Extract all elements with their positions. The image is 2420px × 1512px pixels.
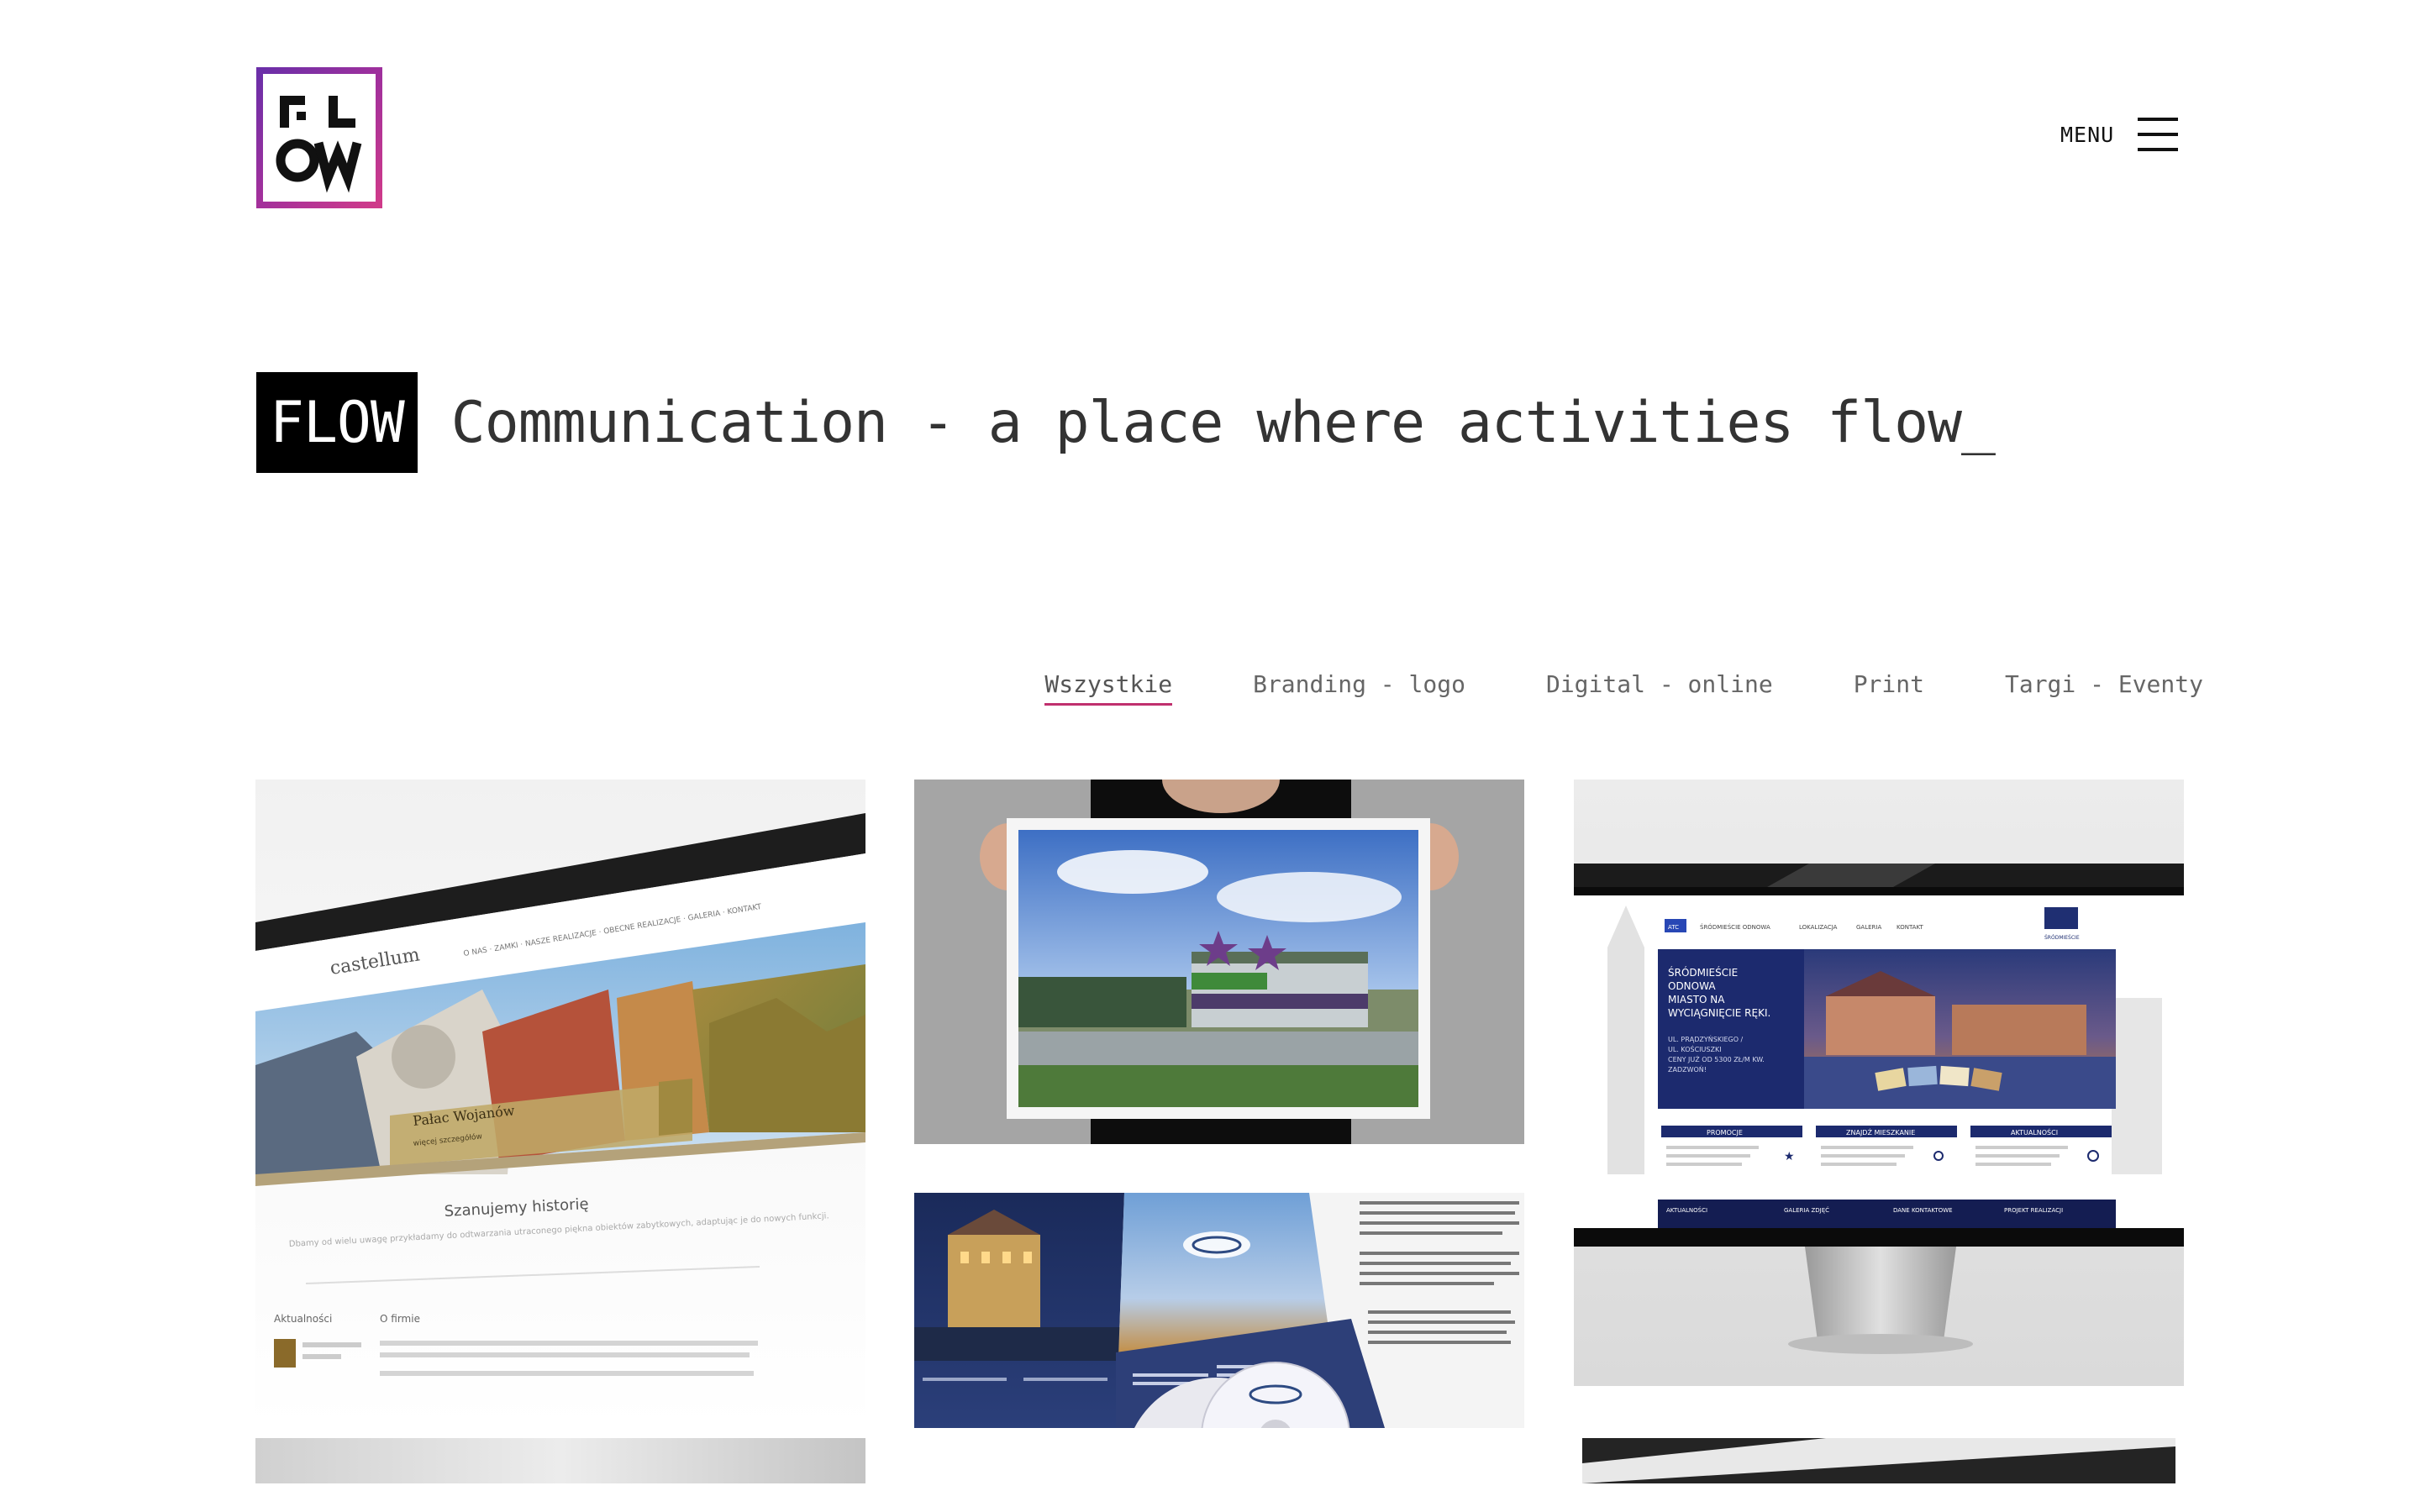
srod-box-1: ZNAJDŹ MIESZKANIE [1846, 1127, 1915, 1137]
srod-address-3: ZADZWOŃ! [1668, 1064, 1707, 1074]
srod-box-0: PROMOCJE [1707, 1129, 1743, 1137]
brochure-image [914, 1193, 1524, 1428]
srod-footer-1: GALERIA ZDJĘĆ [1784, 1206, 1829, 1214]
castellum-news-label: Aktualności [274, 1313, 332, 1325]
srod-headline-3: WYCIĄGNIĘCIE RĘKI. [1668, 1007, 1770, 1019]
hero-tagline: Communication - a place where activities… [450, 389, 1996, 456]
srod-headline-2: MIASTO NA [1668, 994, 1725, 1005]
filter-targi-eventy[interactable]: Targi - Eventy [2005, 670, 2203, 703]
srod-footer-0: AKTUALNOŚCI [1666, 1206, 1707, 1214]
srod-brand: ŚRÓDMIEŚCIE [2044, 935, 2080, 941]
flow-logo-mark [276, 96, 362, 193]
portfolio-item-5-image [255, 1438, 865, 1483]
filter-digital-online[interactable]: Digital - online [1546, 670, 1773, 703]
filter-branding-logo[interactable]: Branding - logo [1253, 670, 1465, 703]
srod-footer-3: PROJEKT REALIZACJI [2004, 1207, 2063, 1214]
portfolio-item-castellum[interactable]: O NAS · ZAMKI · NASZE REALIZACJE · OBECN… [255, 780, 865, 1428]
hero-heading: FLOW Communication - a place where activ… [256, 372, 1996, 473]
srod-box-2: AKTUALNOŚCI [2011, 1127, 2058, 1137]
filter-all[interactable]: Wszystkie [1044, 670, 1173, 706]
srod-address-0: UL. PRĄDZYŃSKIEGO / [1668, 1034, 1744, 1043]
portfolio-item-srodmiescie[interactable]: ATC ŚRÓDMIEŚCIE ODNOWA LOKALIZACJA GALER… [1574, 780, 2184, 1386]
srod-footer-2: DANE KONTAKTOWE [1893, 1207, 1953, 1214]
menu-toggle[interactable]: MENU [2060, 114, 2179, 155]
srod-headline-1: ODNOWA [1668, 980, 1716, 992]
srod-nav-1: ŚRÓDMIEŚCIE ODNOWA [1700, 923, 1770, 931]
portfolio-filters: Wszystkie Branding - logo Digital - onli… [1044, 670, 2203, 706]
portfolio-item-poster[interactable] [914, 780, 1524, 1144]
portfolio-item-6-image [1574, 1438, 2184, 1483]
srod-nav-4: KONTAKT [1897, 924, 1924, 931]
srod-nav-2: LOKALIZACJA [1799, 924, 1838, 931]
srod-nav-0: ATC [1668, 924, 1679, 931]
srod-address-1: UL. KOŚCIUSZKI [1668, 1044, 1722, 1053]
srod-headline-0: ŚRÓDMIEŚCIE [1668, 966, 1738, 979]
srodmiescie-website-image: ATC ŚRÓDMIEŚCIE ODNOWA LOKALIZACJA GALER… [1574, 780, 2184, 1386]
portfolio-item-5[interactable] [255, 1438, 865, 1483]
menu-label: MENU [2060, 122, 2115, 147]
castellum-website-image: O NAS · ZAMKI · NASZE REALIZACJE · OBECN… [255, 780, 865, 1428]
poster-image [914, 780, 1524, 1144]
brand-badge: FLOW [256, 372, 418, 473]
portfolio-item-6[interactable] [1574, 1438, 2184, 1483]
hamburger-icon[interactable] [2138, 118, 2179, 151]
castellum-about-label: O firmie [380, 1313, 420, 1325]
star-icon: ★ [1784, 1150, 1795, 1163]
portfolio-item-brochure[interactable] [914, 1193, 1524, 1428]
srod-nav-3: GALERIA [1856, 924, 1881, 931]
filter-print[interactable]: Print [1854, 670, 1924, 703]
flow-logo[interactable] [256, 67, 382, 208]
srod-address-2: CENY JUŻ OD 5300 ZŁ/M KW. [1668, 1055, 1765, 1063]
